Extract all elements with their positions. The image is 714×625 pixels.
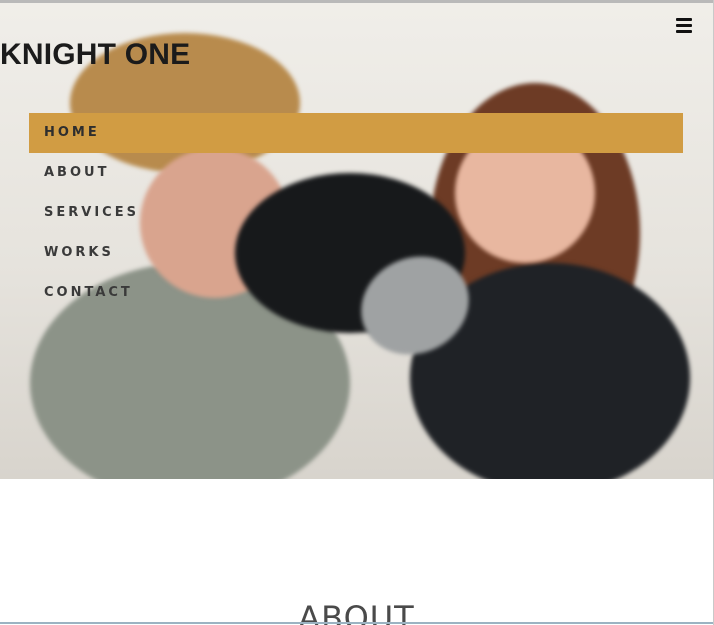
hamburger-bar <box>676 18 692 21</box>
nav-item-works[interactable]: WORKS <box>29 233 683 273</box>
nav-item-home[interactable]: HOME <box>29 113 683 153</box>
page: KNIGHT ONE HOME ABOUT SERVICES WORKS CON… <box>0 0 714 625</box>
nav-item-services[interactable]: SERVICES <box>29 193 683 233</box>
nav-item-contact[interactable]: CONTACT <box>29 273 683 313</box>
hamburger-icon[interactable] <box>676 18 692 34</box>
nav-item-about[interactable]: ABOUT <box>29 153 683 193</box>
hamburger-bar <box>676 30 692 33</box>
main-nav: HOME ABOUT SERVICES WORKS CONTACT <box>29 113 683 313</box>
hamburger-bar <box>676 24 692 27</box>
viewport-bottom-border <box>0 622 714 624</box>
site-logo[interactable]: KNIGHT ONE <box>0 38 190 72</box>
about-section-title: ABOUT <box>298 599 415 625</box>
